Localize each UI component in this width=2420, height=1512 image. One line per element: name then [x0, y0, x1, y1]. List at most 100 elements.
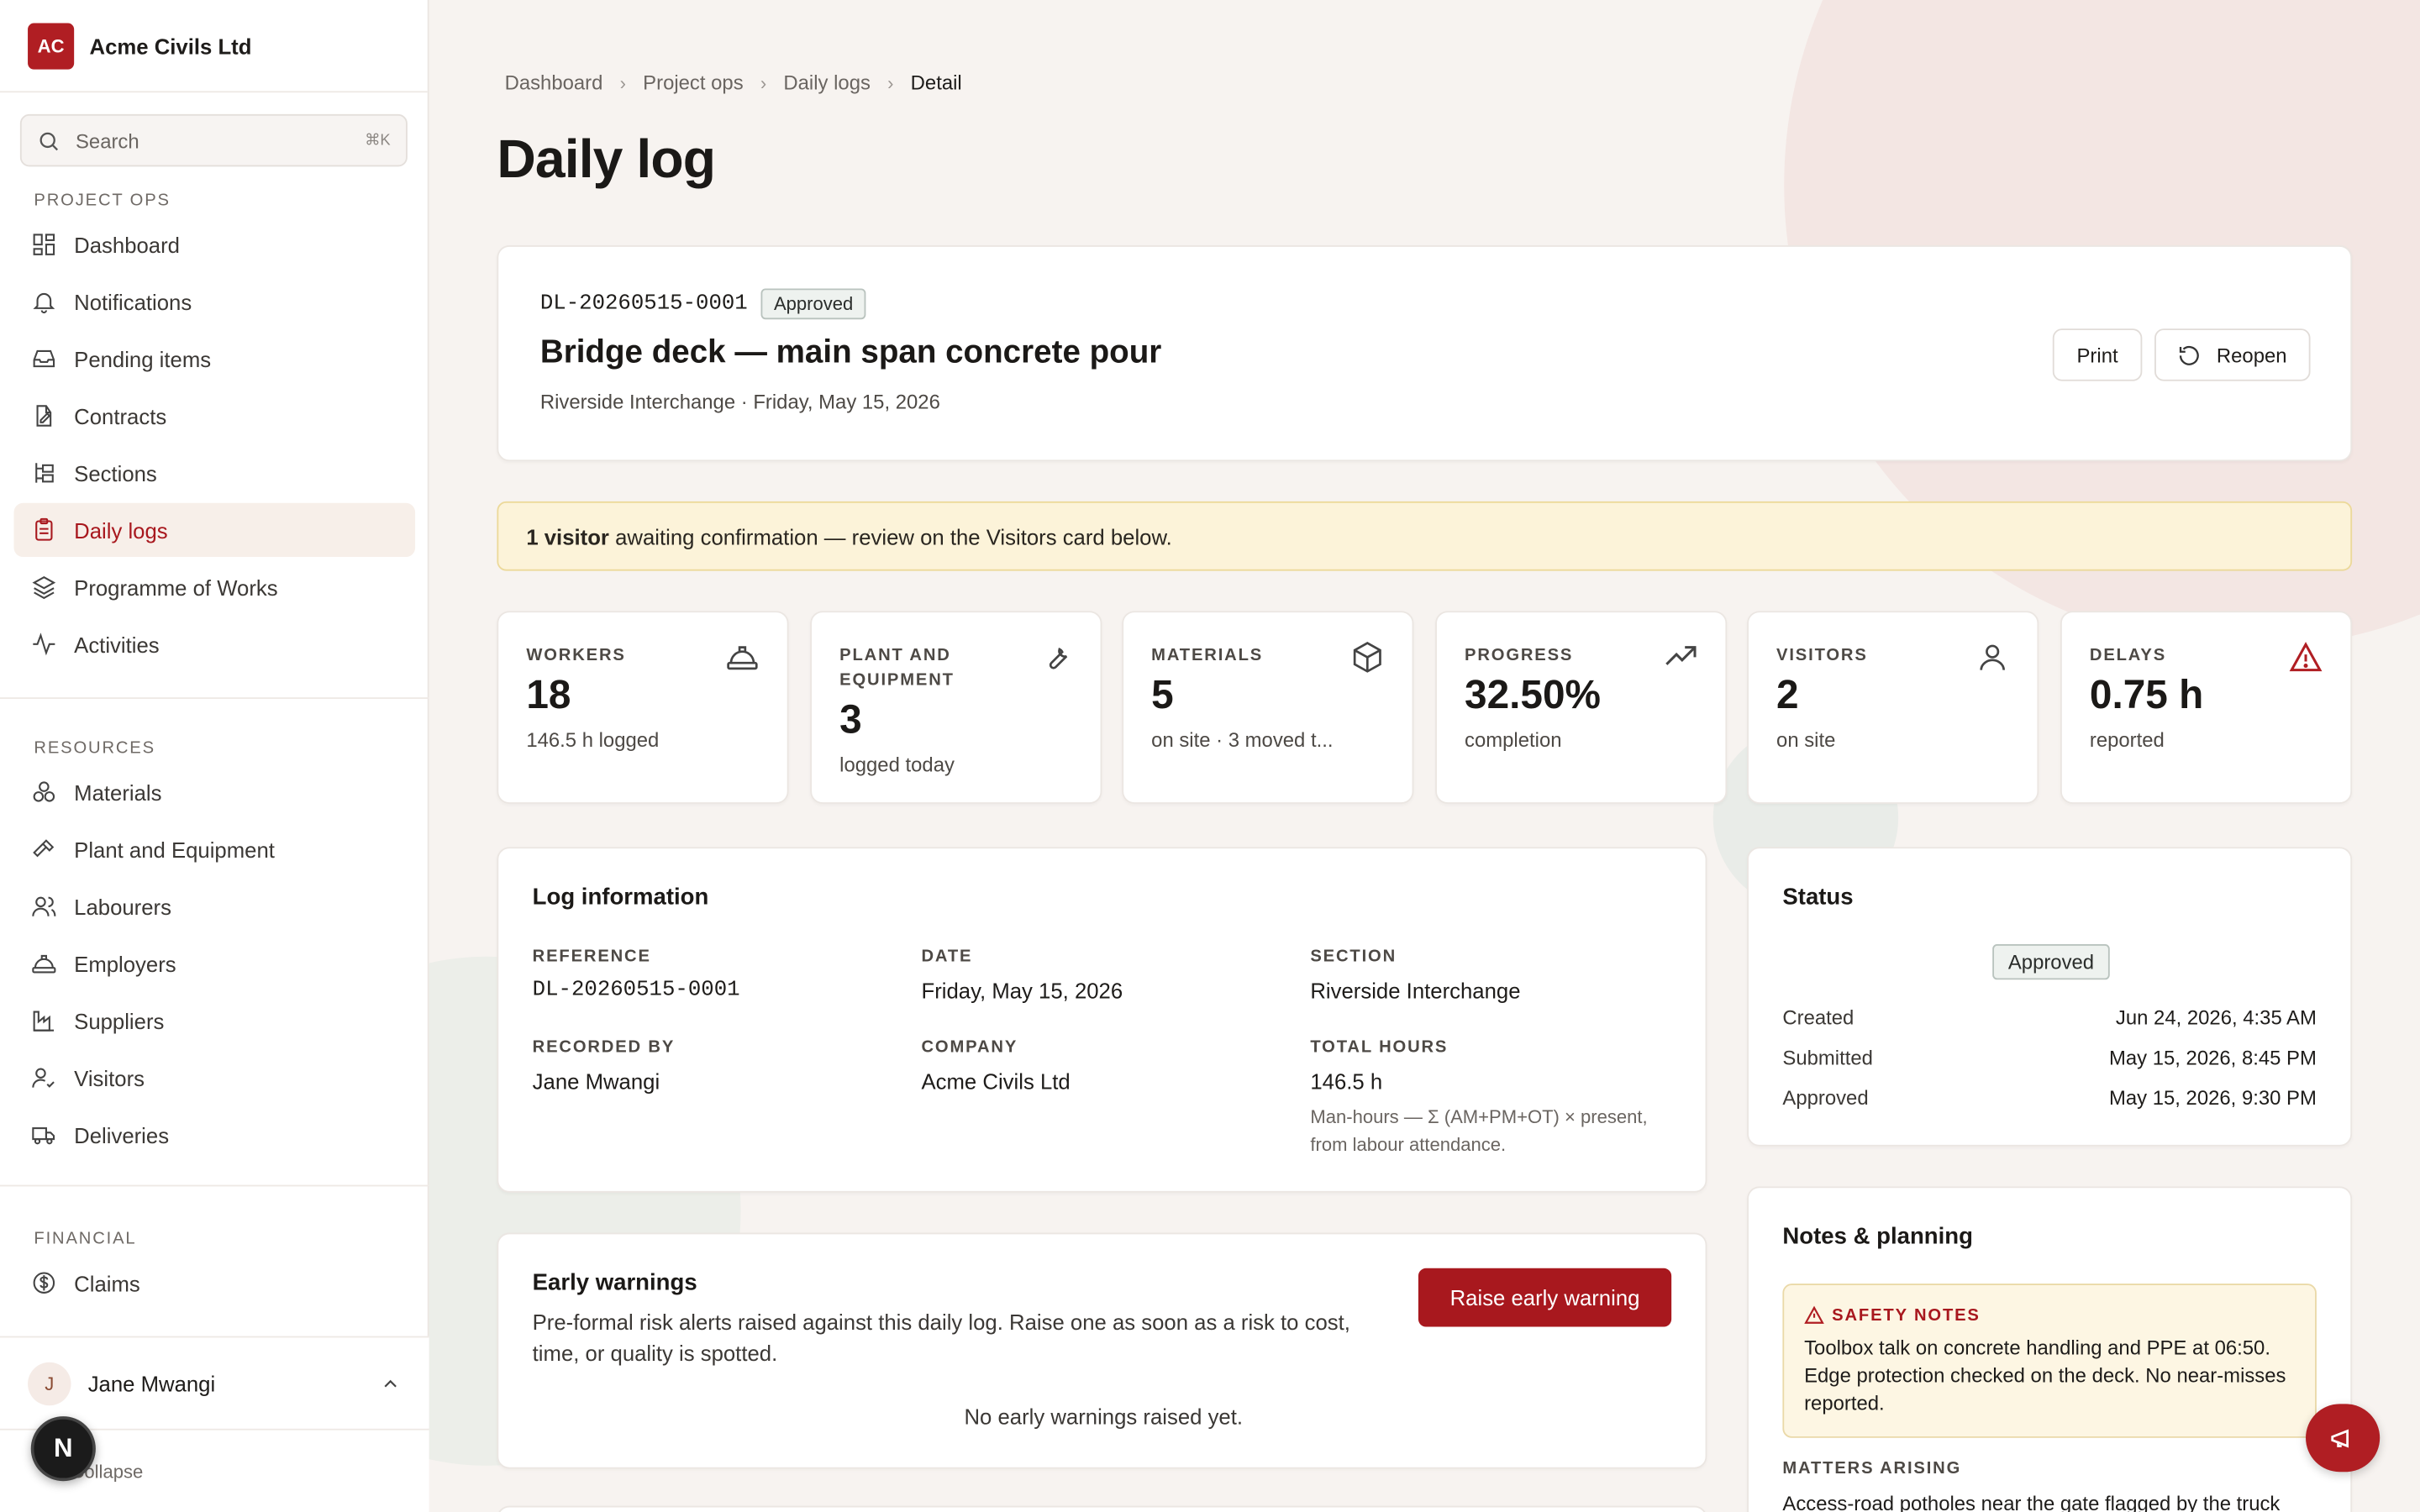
sidebar-item-label: Contracts — [74, 403, 167, 428]
print-button[interactable]: Print — [2052, 328, 2143, 381]
breadcrumb-dashboard[interactable]: Dashboard — [505, 71, 603, 94]
dev-tools-badge[interactable]: N — [30, 1416, 96, 1482]
stat-value: 2 — [1776, 670, 1799, 718]
sidebar: AC Acme Civils Ltd Search ⌘K PROJECT OPS… — [0, 0, 429, 1512]
stat-card-visitors[interactable]: VISITORS 2 on site — [1747, 611, 2039, 804]
stat-label: PROGRESS — [1465, 646, 1574, 665]
breadcrumb-detail: Detail — [910, 71, 962, 95]
stat-card-plant-and-equipment[interactable]: PLANT AND EQUIPMENT 3 logged today — [810, 611, 1102, 804]
safety-notes-text: Toolbox talk on concrete handling and PP… — [1804, 1336, 2286, 1415]
chevron-up-icon — [384, 1378, 397, 1387]
megaphone-icon — [2331, 1429, 2349, 1448]
feedback-button[interactable] — [2306, 1404, 2381, 1473]
section-value: Riverside Interchange — [1310, 978, 1521, 1003]
sidebar-item-labourers[interactable]: Labourers — [14, 879, 416, 933]
stat-card-delays[interactable]: DELAYS 0.75 h reported — [2060, 611, 2353, 804]
card-title: Log information — [532, 884, 709, 911]
notes-planning-card: Notes & planning SAFETY NOTES Toolbox ta… — [1747, 1186, 2353, 1512]
stat-sub: logged today — [839, 753, 955, 776]
sidebar-item-sections[interactable]: Sections — [14, 446, 416, 500]
factory-icon — [33, 1011, 55, 1032]
raise-early-warning-button[interactable]: Raise early warning — [1418, 1268, 1672, 1327]
early-warnings-card: Early warnings Pre-formal risk alerts ra… — [497, 1232, 1707, 1469]
sidebar-item-employers[interactable]: Employers — [14, 937, 416, 990]
sidebar-item-activities[interactable]: Activities — [14, 617, 416, 671]
field-label: RECORDED BY — [532, 1038, 676, 1058]
nav-heading: FINANCIAL — [34, 1229, 137, 1248]
card-title: Early warnings — [532, 1269, 697, 1296]
stat-value: 0.75 h — [2089, 670, 2204, 718]
log-subtitle: Riverside Interchange · Friday, May 15, … — [539, 390, 940, 414]
stat-card-progress[interactable]: PROGRESS 32.50% completion — [1435, 611, 1728, 804]
stat-sub: 146.5 h logged — [526, 727, 660, 752]
company-value: Acme Civils Ltd — [921, 1068, 1071, 1095]
status-row-label: Created — [1782, 1005, 1854, 1030]
stat-label: PLANT AND EQUIPMENT — [839, 646, 955, 690]
sidebar-item-notifications[interactable]: Notifications — [14, 275, 416, 328]
breadcrumb-daily-logs[interactable]: Daily logs — [783, 71, 871, 94]
stat-label: VISITORS — [1776, 646, 1868, 665]
stat-card-workers[interactable]: WORKERS 18 146.5 h logged — [497, 611, 789, 804]
nav-heading: RESOURCES — [34, 738, 155, 758]
chevron-right-icon: › — [619, 71, 626, 94]
search-placeholder: Search — [75, 129, 139, 152]
stat-value: 3 — [839, 696, 862, 743]
sidebar-item-visitors[interactable]: Visitors — [14, 1051, 416, 1105]
field-label: REFERENCE — [532, 947, 651, 966]
sidebar-item-suppliers[interactable]: Suppliers — [14, 994, 416, 1047]
log-information-card: Log information REFERENCE DL-20260515-00… — [497, 847, 1707, 1193]
wrench-icon — [1049, 647, 1068, 669]
log-title: Bridge deck — main span concrete pour — [539, 334, 1162, 370]
hardhat-icon — [32, 954, 56, 974]
log-reference: DL-20260515-0001 — [539, 291, 748, 317]
sidebar-item-pending-items[interactable]: Pending items — [14, 332, 416, 386]
status-row-created: Created Jun 24, 2026, 4:35 AM — [1782, 1006, 2316, 1030]
hammer-icon — [33, 839, 55, 858]
breadcrumb-project-ops[interactable]: Project ops — [643, 71, 743, 94]
sidebar-item-label: Labourers — [74, 894, 171, 919]
sidebar-item-label: Sections — [74, 460, 157, 486]
sidebar-item-claims[interactable]: Claims — [14, 1256, 416, 1310]
contract-icon — [36, 405, 52, 427]
stat-label: MATERIALS — [1151, 646, 1264, 665]
matters-arising-heading: MATTERS ARISING — [1782, 1459, 1962, 1478]
warning-icon — [2289, 642, 2323, 672]
stat-label: DELAYS — [2089, 646, 2167, 665]
breadcrumb: Dashboard › Project ops › Daily logs › D… — [505, 71, 962, 94]
brand-header[interactable]: AC Acme Civils Ltd — [0, 0, 428, 93]
user-menu[interactable]: J Jane Mwangi — [0, 1336, 429, 1429]
inbox-icon — [33, 349, 55, 368]
sidebar-item-label: Pending items — [74, 346, 212, 371]
status-row-label: Approved — [1782, 1086, 1869, 1110]
stat-sub: completion — [1465, 727, 1562, 752]
stat-sub: on site — [1776, 727, 1836, 752]
sidebar-item-label: Visitors — [74, 1065, 145, 1090]
dollar-circle-icon — [33, 1272, 55, 1294]
sidebar-item-daily-logs[interactable]: Daily logs — [13, 502, 416, 558]
users-icon — [32, 896, 56, 916]
stat-card-materials[interactable]: MATERIALS 5 on site · 3 moved t... — [1122, 611, 1414, 804]
stat-sub: reported — [2089, 727, 2165, 752]
sidebar-item-contracts[interactable]: Contracts — [14, 389, 416, 443]
sidebar-item-deliveries[interactable]: Deliveries — [14, 1108, 416, 1162]
sidebar-item-plant-and-equipment[interactable]: Plant and Equipment — [14, 822, 416, 876]
status-row-value: Jun 24, 2026, 4:35 AM — [2115, 1005, 2317, 1030]
stat-sub: on site · 3 moved t... — [1151, 727, 1334, 752]
sidebar-item-label: Deliveries — [74, 1122, 170, 1147]
clipboard-icon — [35, 517, 53, 541]
activity-icon — [33, 633, 55, 656]
sidebar-item-materials[interactable]: Materials — [14, 765, 416, 819]
date-value: Friday, May 15, 2026 — [921, 978, 1123, 1003]
status-row-approved: Approved May 15, 2026, 9:30 PM — [1782, 1086, 2316, 1110]
log-header-card: DL-20260515-0001 Approved Bridge deck — … — [497, 245, 2353, 462]
reopen-button[interactable]: Reopen — [2154, 328, 2311, 381]
search-input[interactable]: Search ⌘K — [19, 113, 408, 167]
sidebar-item-label: Employers — [74, 951, 176, 976]
sidebar-item-label: Claims — [74, 1270, 140, 1295]
stat-value: 18 — [526, 670, 571, 718]
sidebar-item-programme-of-works[interactable]: Programme of Works — [14, 560, 416, 614]
sidebar-item-dashboard[interactable]: Dashboard — [14, 218, 416, 271]
sidebar-item-label: Materials — [74, 780, 162, 805]
field-label: COMPANY — [921, 1038, 1018, 1058]
chevron-right-icon: › — [887, 71, 894, 94]
